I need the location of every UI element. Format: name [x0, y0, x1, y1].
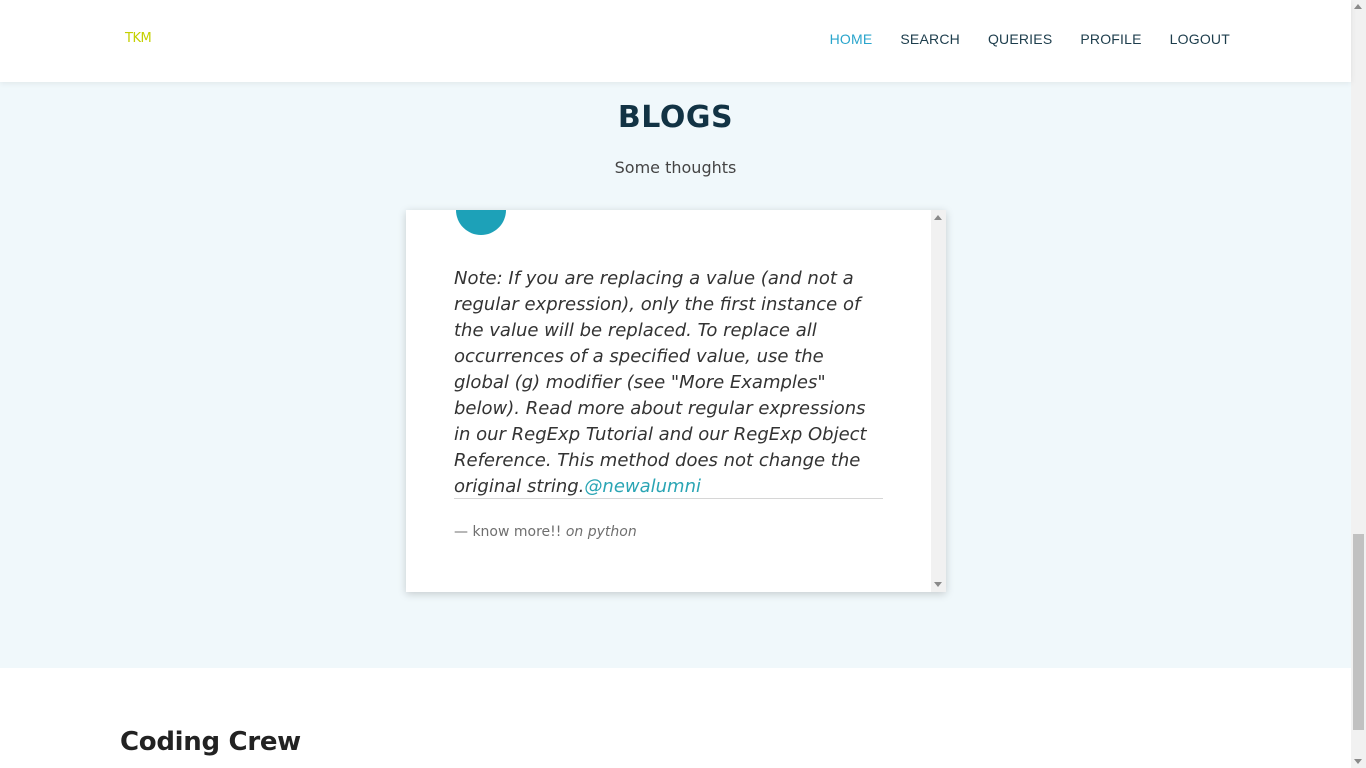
page-scrollbar[interactable]: [1351, 0, 1366, 768]
site-logo[interactable]: TKM: [125, 31, 152, 46]
mention-link[interactable]: @newalumni: [584, 476, 701, 497]
blog-body-text: Note: If you are replacing a value (and …: [454, 268, 867, 497]
blog-byline: — know more!! on python: [454, 524, 637, 540]
scroll-up-icon[interactable]: [934, 215, 942, 220]
nav-queries[interactable]: QUERIES: [988, 31, 1052, 47]
main-nav: HOME SEARCH QUERIES PROFILE LOGOUT: [830, 31, 1230, 47]
footer-title: Coding Crew: [120, 727, 301, 757]
card-scrollbar[interactable]: [931, 210, 946, 592]
page-scroll-down-icon[interactable]: [1354, 759, 1362, 764]
blogs-section: BLOGS Some thoughts Note: If you are rep…: [0, 82, 1351, 668]
blog-card: Note: If you are replacing a value (and …: [406, 210, 946, 592]
page-scroll-up-icon[interactable]: [1354, 4, 1362, 9]
blogs-title: BLOGS: [617, 100, 734, 135]
page-scroll-thumb[interactable]: [1353, 534, 1364, 730]
blog-body: Note: If you are replacing a value (and …: [454, 266, 884, 500]
top-navbar: TKM HOME SEARCH QUERIES PROFILE LOGOUT: [0, 0, 1351, 82]
author-avatar: [456, 210, 506, 235]
nav-logout[interactable]: LOGOUT: [1170, 31, 1230, 47]
byline-cite: on python: [565, 524, 637, 540]
blogs-subtitle: Some thoughts: [614, 158, 737, 177]
nav-home[interactable]: HOME: [830, 31, 873, 47]
byline-prefix: — know more!!: [454, 524, 562, 540]
nav-profile[interactable]: PROFILE: [1080, 31, 1141, 47]
card-divider: [454, 498, 883, 499]
nav-search[interactable]: SEARCH: [900, 31, 960, 47]
scroll-down-icon[interactable]: [934, 582, 942, 587]
